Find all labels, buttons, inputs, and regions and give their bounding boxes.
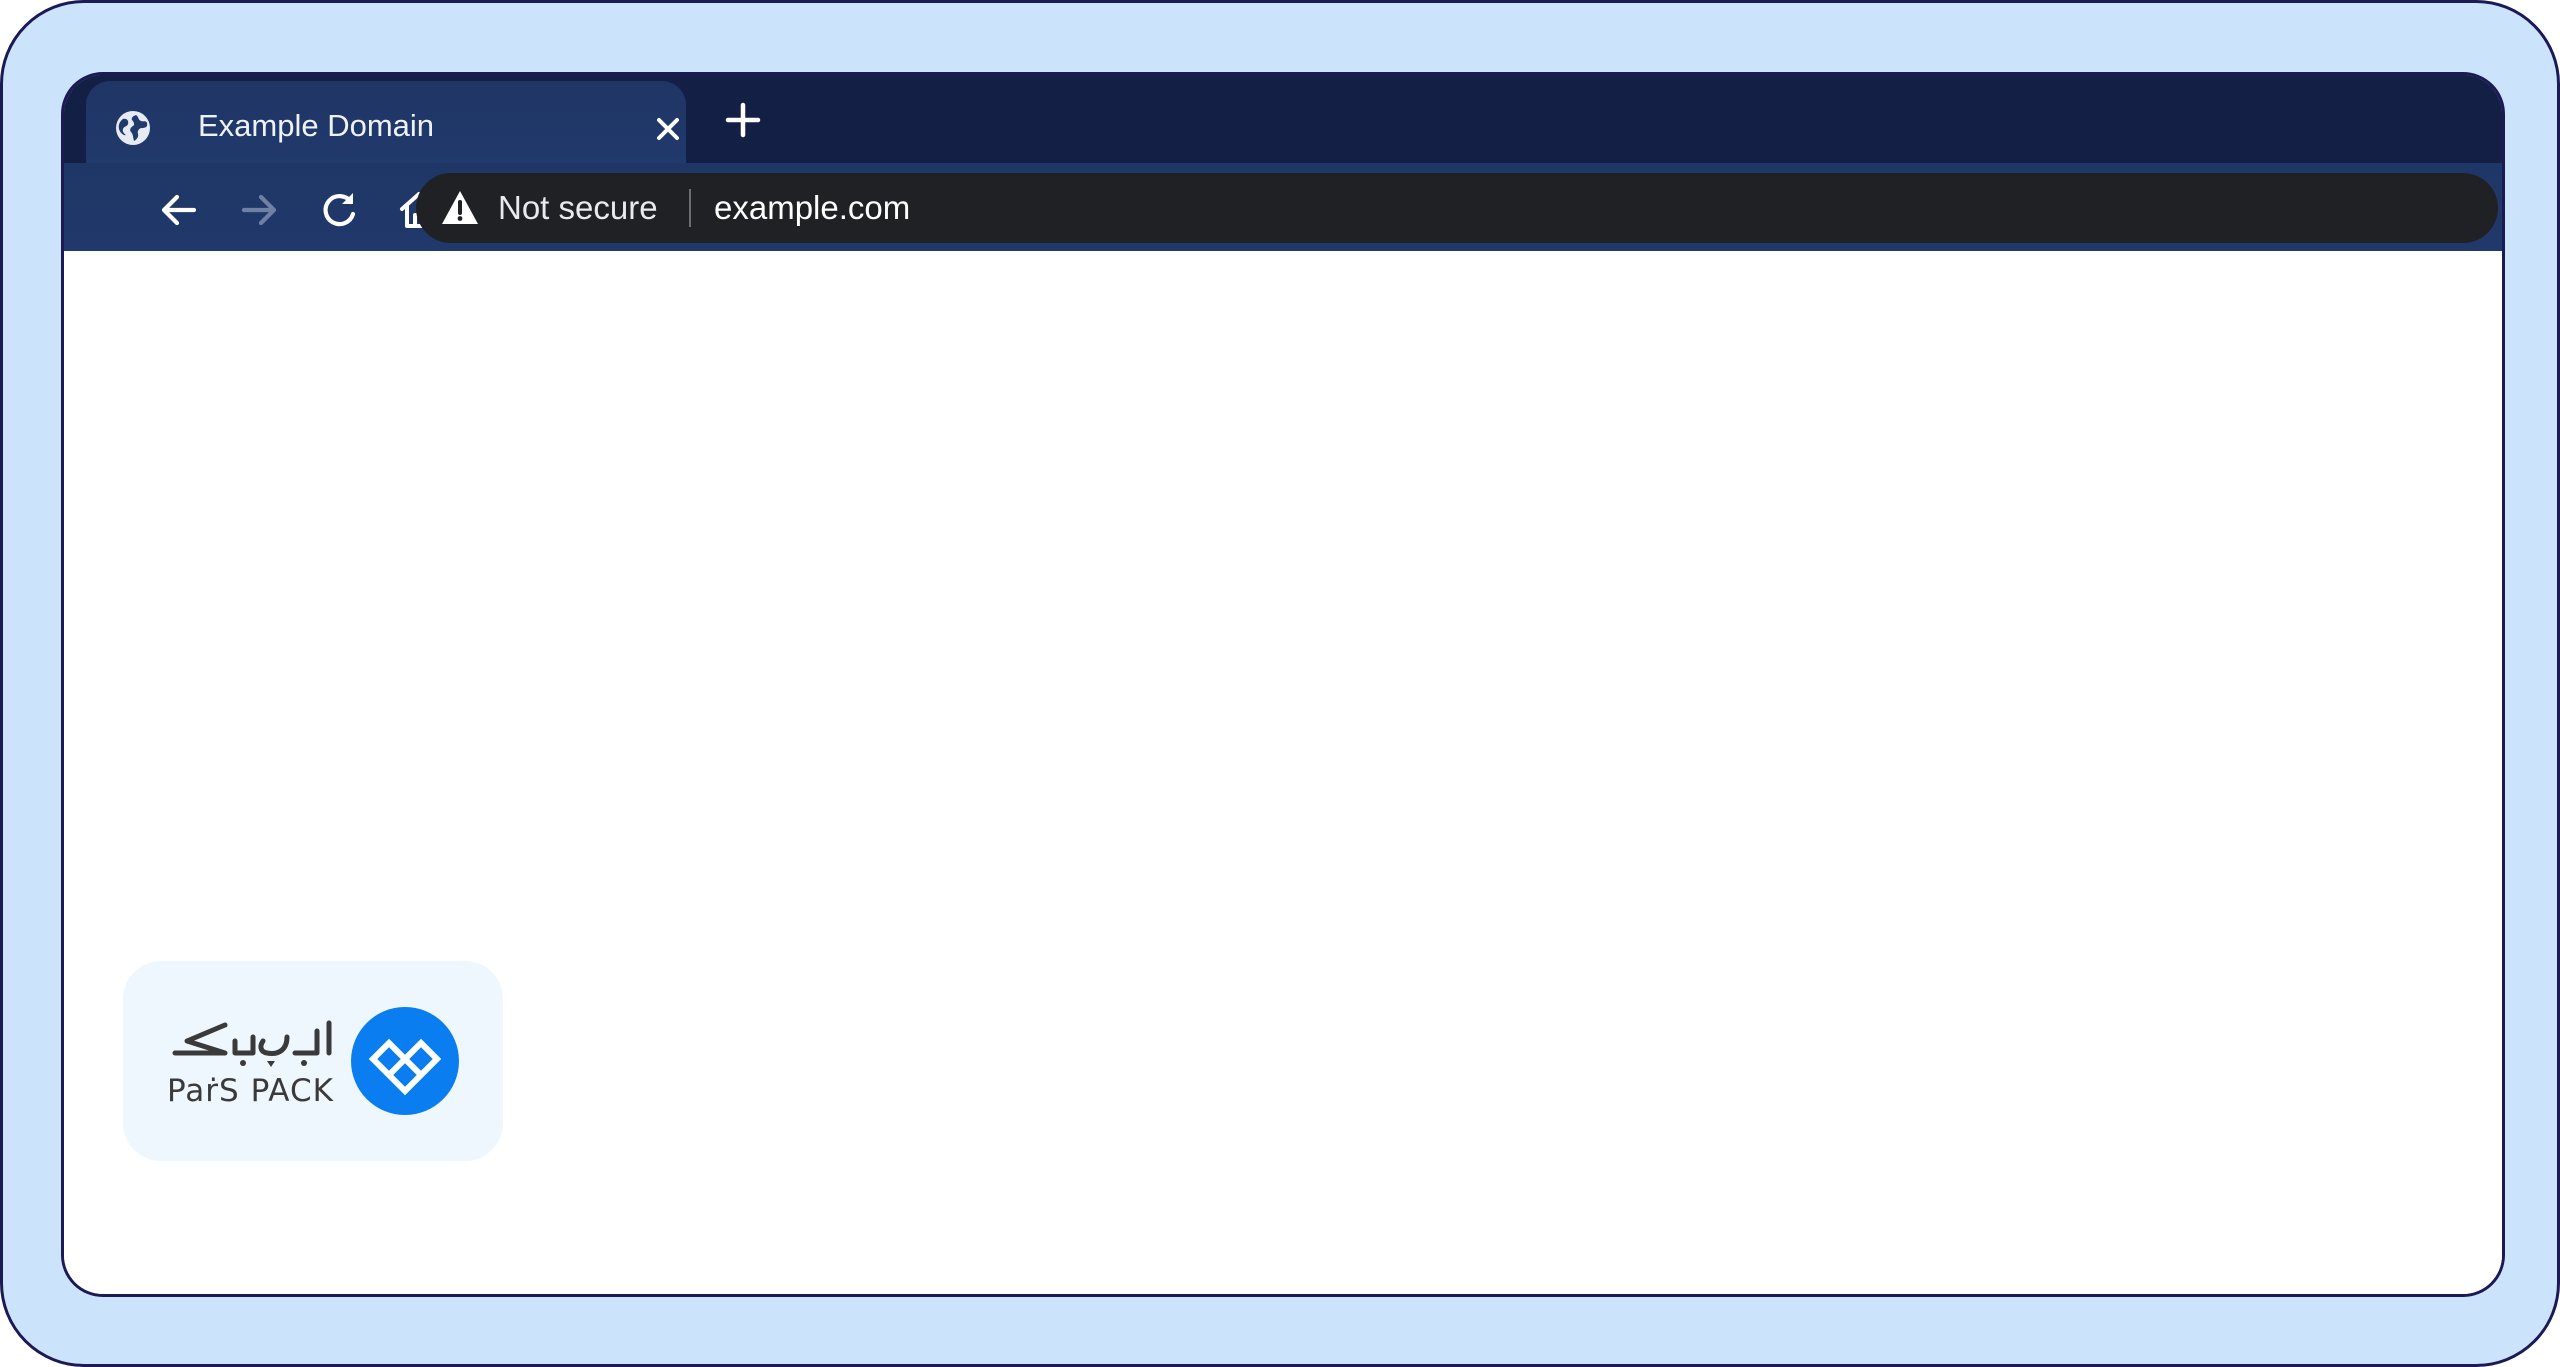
- arrow-right-icon: [241, 194, 277, 226]
- new-tab-button[interactable]: [718, 95, 768, 145]
- tab-title: Example Domain: [198, 108, 435, 143]
- back-button[interactable]: [154, 185, 204, 235]
- brand-watermark: PaṙS PACK: [123, 961, 503, 1161]
- address-bar[interactable]: Not secure example.com: [416, 173, 2498, 243]
- brand-name-fa: [167, 1011, 335, 1071]
- globe-icon: [114, 109, 152, 147]
- url-text[interactable]: example.com: [714, 185, 910, 231]
- arrow-left-icon: [161, 194, 197, 226]
- brand-name-en: PaṙS PACK: [167, 1073, 334, 1109]
- parspack-logo-icon: [351, 1007, 459, 1115]
- close-icon[interactable]: [648, 109, 688, 149]
- tab-example-domain[interactable]: Example Domain: [86, 81, 686, 169]
- toolbar: Not secure example.com: [64, 163, 2502, 251]
- omnibox-divider: [689, 189, 691, 227]
- security-status[interactable]: Not secure: [498, 185, 658, 231]
- plus-icon: [725, 102, 761, 138]
- reload-icon: [323, 193, 356, 227]
- tab-strip: Example Domain: [64, 75, 2502, 169]
- outer-frame: Example Domain Not secure example.com Pa…: [0, 0, 2560, 1367]
- reload-button[interactable]: [314, 185, 364, 235]
- warning-triangle-icon[interactable]: [440, 189, 480, 227]
- forward-button[interactable]: [234, 185, 284, 235]
- browser-chrome: Example Domain Not secure example.com: [64, 75, 2502, 251]
